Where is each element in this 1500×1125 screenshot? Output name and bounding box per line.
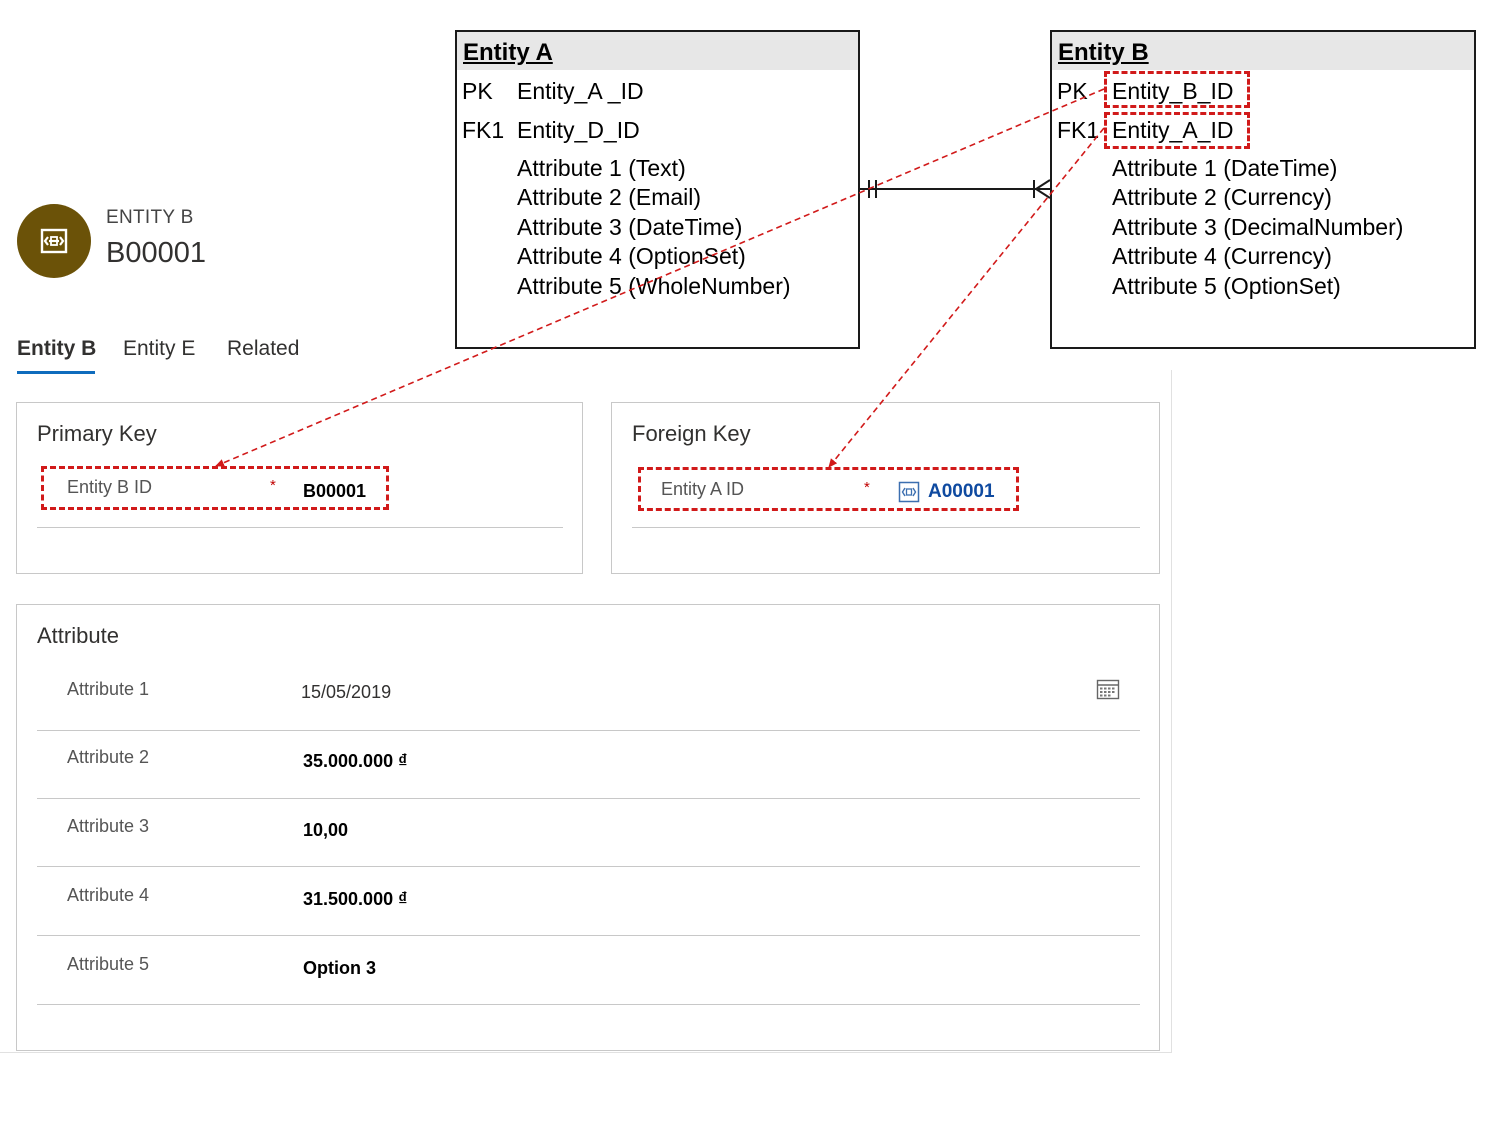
entity-a-attribute: Attribute 2 (Email) xyxy=(517,184,702,210)
entity-b-title: Entity B xyxy=(1052,32,1474,70)
attribute-2-value[interactable]: 35.000.000 ₫ xyxy=(303,751,407,772)
entity-b-pk-highlight xyxy=(1104,71,1250,108)
tab-entity-b[interactable]: Entity B xyxy=(17,337,96,361)
record-name: B00001 xyxy=(106,237,206,269)
entity-b-attribute: Attribute 3 (DecimalNumber) xyxy=(1112,214,1404,240)
fk-label: FK1 xyxy=(462,117,505,143)
calendar-icon[interactable] xyxy=(1096,678,1120,700)
entity-b-attribute: Attribute 5 (OptionSet) xyxy=(1112,273,1341,299)
pk-label: PK xyxy=(462,78,493,104)
entity-a-attribute: Attribute 3 (DateTime) xyxy=(517,214,743,240)
entity-a-attribute: Attribute 5 (WholeNumber) xyxy=(517,273,791,299)
entity-type-label: ENTITY B xyxy=(106,207,194,228)
entity-record-icon xyxy=(40,228,68,254)
field-divider xyxy=(37,527,563,528)
tab-related[interactable]: Related xyxy=(227,337,299,361)
foreign-key-highlight xyxy=(638,467,1019,511)
attribute-1-value[interactable]: 15/05/2019 xyxy=(301,682,391,703)
field-divider xyxy=(632,527,1140,528)
entity-b-fk-highlight xyxy=(1104,112,1250,149)
entity-a-fk-field: Entity_D_ID xyxy=(517,117,640,143)
field-divider xyxy=(37,730,1140,731)
entity-b-attribute: Attribute 1 (DateTime) xyxy=(1112,155,1338,181)
fk-label: FK1 xyxy=(1057,117,1100,143)
attribute-5-label: Attribute 5 xyxy=(67,954,150,974)
entity-a-attribute: Attribute 4 (OptionSet) xyxy=(517,243,746,269)
pk-label: PK xyxy=(1057,78,1088,104)
attribute-4-label: Attribute 4 xyxy=(67,885,150,905)
entity-b-attribute: Attribute 2 (Currency) xyxy=(1112,184,1332,210)
entity-a-attribute: Attribute 1 (Text) xyxy=(517,155,686,181)
field-divider xyxy=(37,798,1140,799)
entity-a-box: Entity A PK Entity_A _ID FK1 Entity_D_ID… xyxy=(455,30,860,349)
attribute-4-value[interactable]: 31.500.000 ₫ xyxy=(303,889,407,910)
section-title: Primary Key xyxy=(37,421,157,446)
field-divider xyxy=(37,1004,1140,1005)
attribute-2-label: Attribute 2 xyxy=(67,747,150,767)
entity-b-attribute: Attribute 4 (Currency) xyxy=(1112,243,1332,269)
tab-entity-e[interactable]: Entity E xyxy=(123,337,195,361)
attribute-3-value[interactable]: 10,00 xyxy=(303,820,348,841)
section-title: Foreign Key xyxy=(632,421,751,446)
record-avatar xyxy=(17,204,91,278)
section-title: Attribute xyxy=(37,623,119,648)
primary-key-highlight xyxy=(41,466,389,510)
field-divider xyxy=(37,935,1140,936)
attribute-section: Attribute Attribute 1 15/05/2019 Attribu… xyxy=(16,604,1160,1051)
attribute-1-label: Attribute 1 xyxy=(67,679,150,699)
relationship-line xyxy=(860,179,1051,199)
attribute-3-label: Attribute 3 xyxy=(67,816,150,836)
entity-a-pk-field: Entity_A _ID xyxy=(517,78,644,104)
field-divider xyxy=(37,866,1140,867)
entity-a-title: Entity A xyxy=(457,32,858,70)
attribute-5-value[interactable]: Option 3 xyxy=(303,958,376,979)
